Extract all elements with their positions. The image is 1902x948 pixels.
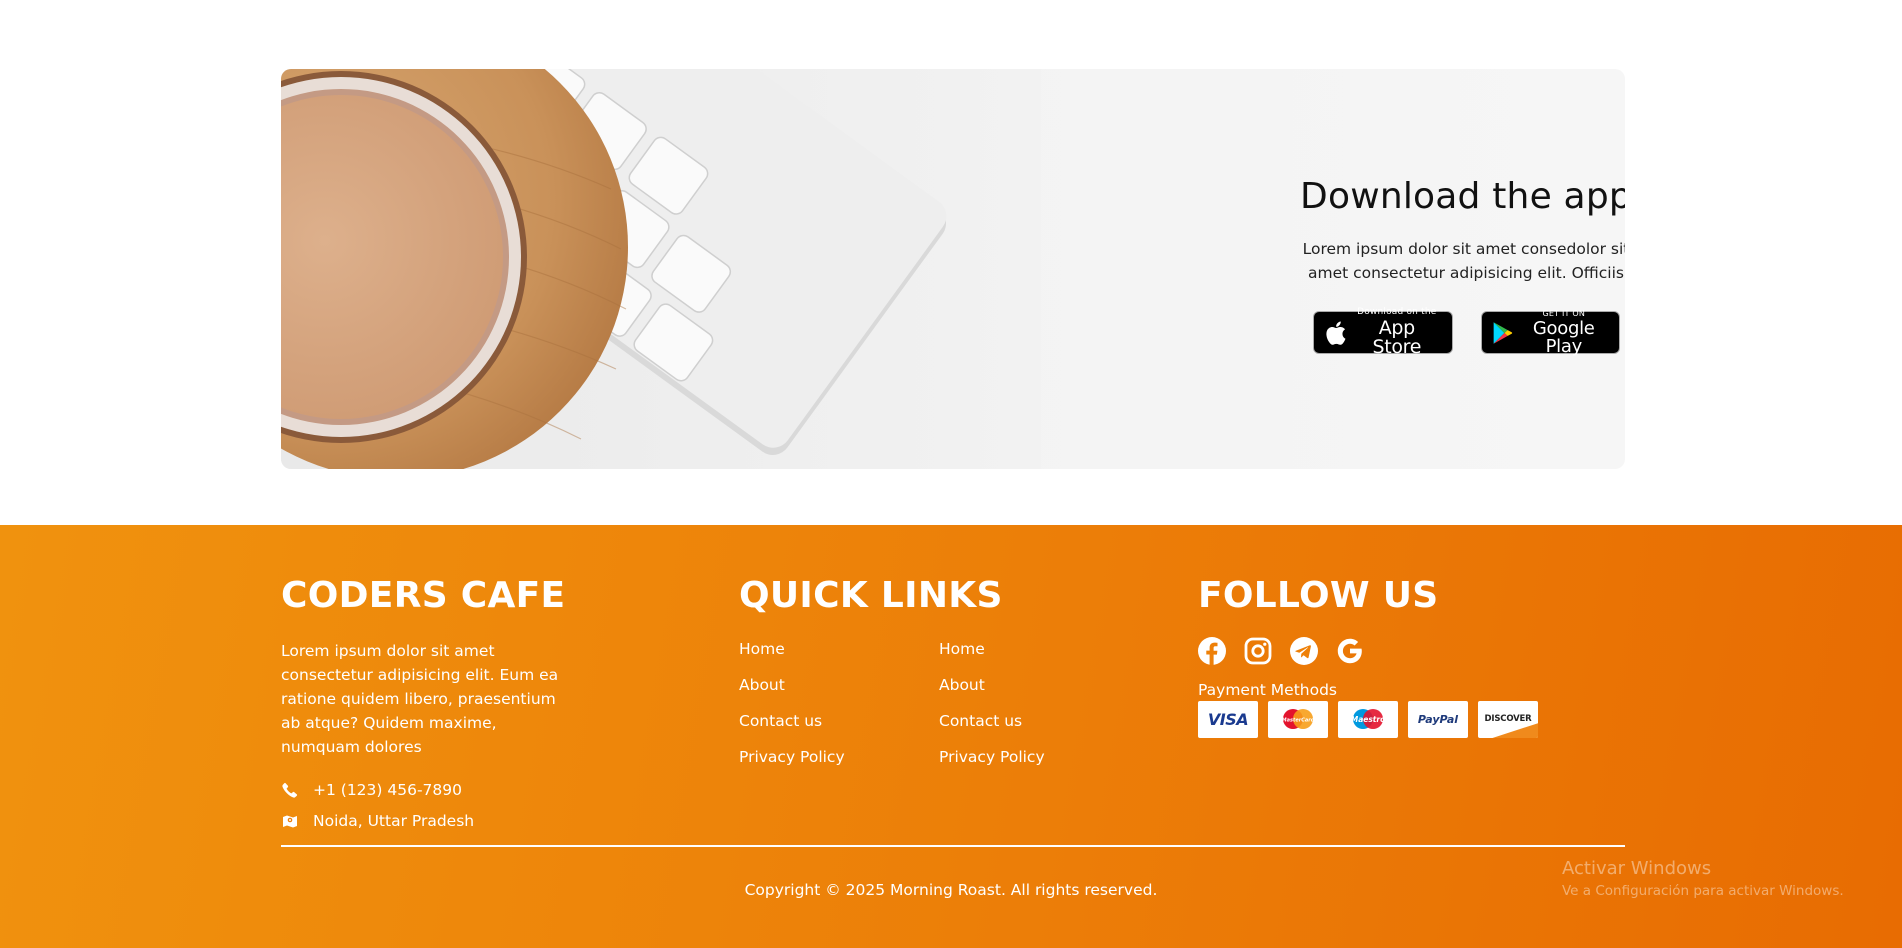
footer-phone: +1 (123) 456-7890 — [281, 781, 581, 799]
watermark-title: Activar Windows — [1562, 858, 1712, 879]
social-links — [1198, 636, 1618, 665]
footer-link-about-2[interactable]: About — [939, 674, 1139, 697]
instagram-icon[interactable] — [1244, 637, 1272, 665]
app-download-banner: Download the app Lorem ipsum dolor sit a… — [281, 69, 1625, 469]
footer-quick-links-heading: QUICK LINKS — [739, 575, 1003, 616]
footer-link-contact[interactable]: Contact us — [739, 710, 939, 733]
google-icon[interactable] — [1336, 637, 1364, 665]
quick-links-col-1: Home About Contact us Privacy Policy — [739, 638, 939, 769]
svg-text:MasterCard: MasterCard — [1282, 718, 1315, 724]
payment-methods: VISA MasterCard Maestro PayPal DISCOVER — [1198, 700, 1618, 738]
footer-link-home[interactable]: Home — [739, 638, 939, 661]
footer-phone-text: +1 (123) 456-7890 — [313, 780, 463, 799]
app-download-copy: Download the app Lorem ipsum dolor sit a… — [1181, 176, 1625, 358]
google-play-button[interactable]: GET IT ON Google Play — [1480, 308, 1620, 357]
paypal-icon: PayPal — [1408, 700, 1468, 738]
maestro-card-icon: Maestro — [1338, 700, 1398, 738]
phone-icon — [281, 781, 299, 799]
google-play-icon — [1493, 321, 1512, 344]
coffee-keyboard-photo — [281, 69, 1041, 469]
apple-icon — [1325, 321, 1345, 345]
facebook-icon[interactable] — [1198, 636, 1226, 665]
discover-card-icon: DISCOVER — [1478, 700, 1538, 738]
windows-activation-watermark: Activar Windows Ve a Configuración para … — [1562, 858, 1844, 899]
svg-text:Maestro: Maestro — [1351, 715, 1386, 724]
google-play-small-text: GET IT ON — [1542, 308, 1586, 318]
telegram-icon[interactable] — [1290, 636, 1318, 665]
app-store-big-text: App Store — [1372, 317, 1422, 358]
footer-follow-heading: FOLLOW US — [1198, 575, 1439, 616]
footer-location: Noida, Uttar Pradesh — [281, 812, 581, 830]
footer-link-privacy-2[interactable]: Privacy Policy — [939, 746, 1139, 769]
quick-links-list: Home About Contact us Privacy Policy Hom… — [739, 638, 1139, 769]
footer-follow-column: FOLLOW US Payment Methods VISA MasterCar… — [1198, 576, 1618, 738]
google-play-big-text: Google Play — [1532, 317, 1595, 357]
app-store-button[interactable]: Download on the App Store — [1312, 307, 1453, 358]
payment-methods-label: Payment Methods — [1198, 680, 1337, 699]
footer-divider — [281, 845, 1625, 847]
footer-quick-links-column: QUICK LINKS Home About Contact us Privac… — [739, 576, 1139, 769]
quick-links-col-2: Home About Contact us Privacy Policy — [939, 638, 1139, 769]
app-store-small-text: Download on the — [1357, 307, 1437, 317]
visa-card-icon: VISA — [1198, 700, 1258, 738]
app-download-description: Lorem ipsum dolor sit amet consedolor si… — [1302, 240, 1625, 282]
watermark-subtitle: Ve a Configuración para activar Windows. — [1562, 883, 1844, 899]
footer-link-privacy[interactable]: Privacy Policy — [739, 746, 939, 769]
store-buttons: Download on the App Store GET IT ON Goog… — [1181, 307, 1625, 358]
footer-brand-heading: CODERS CAFE — [281, 575, 566, 616]
map-icon — [281, 812, 299, 830]
footer-brand-description: Lorem ipsum dolor sit amet consectetur a… — [281, 641, 559, 756]
app-download-title: Download the app — [1300, 176, 1625, 217]
mastercard-icon: MasterCard — [1268, 700, 1328, 738]
footer-location-text: Noida, Uttar Pradesh — [313, 811, 475, 830]
footer-link-contact-2[interactable]: Contact us — [939, 710, 1139, 733]
footer-link-about[interactable]: About — [739, 674, 939, 697]
footer-brand-column: CODERS CAFE Lorem ipsum dolor sit amet c… — [281, 576, 581, 830]
footer-link-home-2[interactable]: Home — [939, 638, 1139, 661]
